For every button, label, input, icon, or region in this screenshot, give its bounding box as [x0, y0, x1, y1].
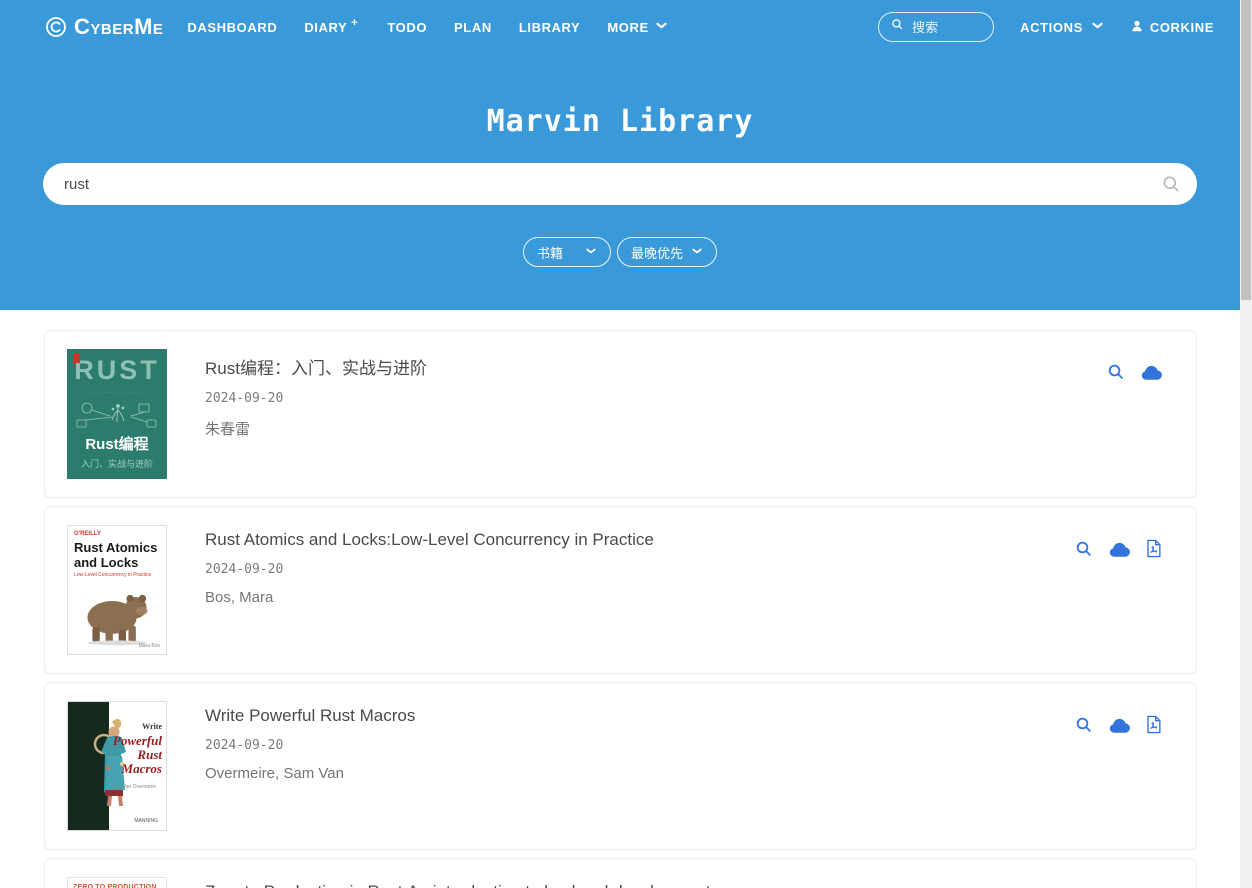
book-cover-3[interactable]: Write Powerful Rust Macros Sam Van Overm… [67, 701, 167, 831]
chevron-down-icon [585, 245, 597, 260]
library-search-bar [43, 163, 1197, 205]
pdf-file-icon[interactable] [1145, 539, 1162, 558]
cover-title: Rust编程 [67, 433, 167, 454]
cover-subtitle: 入门、实战与进阶 [67, 457, 167, 470]
cover-title: ZERO TO PRODUCTION IN RUST [73, 884, 161, 888]
user-menu[interactable]: CORKINE [1130, 19, 1214, 36]
book-author: 朱春雷 [205, 418, 427, 439]
chevron-down-icon [691, 245, 703, 260]
cover-author: Sam Van Overmeire [111, 784, 156, 790]
nav-item-plan[interactable]: PLAN [454, 20, 492, 35]
username: CORKINE [1150, 20, 1214, 35]
book-cover-4[interactable]: ZERO TO PRODUCTION IN RUST An introducti… [67, 877, 167, 888]
search-icon[interactable] [1161, 174, 1181, 199]
cover-publisher: O'REILLY [74, 531, 160, 537]
cover-title-line2: and Locks [74, 555, 138, 570]
vertical-scrollbar[interactable] [1240, 0, 1252, 888]
scrollbar-thumb[interactable] [1241, 0, 1251, 300]
cover-blurb: —— —— ——— —— —— ——— —— —— ——— —— —— —— [67, 476, 167, 479]
book-card-2: O'REILLY Rust Atomicsand Locks Low-Level… [44, 506, 1197, 674]
cloud-download-icon[interactable] [1108, 540, 1130, 558]
sort-filter-dropdown[interactable]: 最晚优先 [617, 237, 717, 267]
filter-row: 书籍 最晚优先 [0, 237, 1240, 267]
book-list: RUST ·· ··· ····· ··· ···· ·· ··· Rust编程… [0, 310, 1252, 888]
search-book-icon[interactable] [1075, 540, 1093, 558]
pdf-file-icon[interactable] [1145, 715, 1162, 734]
book-cover-1[interactable]: RUST ·· ··· ····· ··· ···· ·· ··· Rust编程… [67, 349, 167, 479]
book-date: 2024-09-20 [205, 738, 415, 753]
book-info: Rust编程：入门、实战与进阶 2024-09-20 朱春雷 [205, 349, 427, 479]
cover-publisher: MANNING [134, 818, 158, 824]
cover-diagram [67, 398, 167, 432]
cover-big-title: RUST [67, 355, 167, 386]
category-filter-dropdown[interactable]: 书籍 [523, 237, 611, 267]
book-actions [1075, 539, 1162, 558]
book-title[interactable]: Write Powerful Rust Macros [205, 706, 415, 726]
nav-item-dashboard[interactable]: DASHBOARD [187, 20, 277, 35]
page-title: Marvin Library [0, 104, 1240, 139]
cyberme-logo-icon [44, 15, 68, 39]
navbar-right: ACTIONS CORKINE [878, 12, 1214, 42]
book-date: 2024-09-20 [205, 562, 654, 577]
page-header: CyberMe DASHBOARD DIARY+ TODO PLAN LIBRA… [0, 0, 1240, 310]
search-book-icon[interactable] [1107, 363, 1125, 381]
book-title[interactable]: Rust编程：入门、实战与进阶 [205, 354, 427, 379]
cover-title-line1: Rust Atomics [74, 540, 157, 555]
book-title[interactable]: Zero to Production in Rust:An introducti… [205, 882, 711, 888]
library-search-input[interactable] [43, 163, 1197, 205]
cover-title-line1: Powerful [113, 733, 162, 748]
book-author: Overmeire, Sam Van [205, 765, 415, 782]
search-book-icon[interactable] [1075, 716, 1093, 734]
cloud-download-icon[interactable] [1108, 716, 1130, 734]
navbar-search-input[interactable] [912, 20, 982, 35]
cover-title-line2: Rust [137, 747, 162, 762]
bear-illustration [74, 584, 160, 651]
navbar-search-box[interactable] [878, 12, 994, 42]
book-info: Zero to Production in Rust:An introducti… [205, 877, 711, 888]
book-actions [1107, 363, 1162, 381]
chevron-down-icon [1091, 19, 1104, 35]
book-card-3: Write Powerful Rust Macros Sam Van Overm… [44, 682, 1197, 850]
cover-title-line3: Macros [122, 761, 162, 776]
book-card-4: ZERO TO PRODUCTION IN RUST An introducti… [44, 858, 1197, 888]
book-author: Bos, Mara [205, 589, 654, 606]
nav-menu: DASHBOARD DIARY+ TODO PLAN LIBRARY MORE [187, 19, 667, 35]
diary-plus-badge: + [351, 17, 358, 29]
actions-dropdown[interactable]: ACTIONS [1020, 19, 1104, 35]
book-date: 2024-09-20 [205, 391, 427, 406]
brand-logo[interactable]: CyberMe [44, 14, 163, 40]
cover-subtitle: Low-Level Concurrency in Practice [74, 572, 160, 578]
nav-item-more[interactable]: MORE [607, 19, 667, 35]
book-card-1: RUST ·· ··· ····· ··· ···· ·· ··· Rust编程… [44, 330, 1197, 498]
book-actions [1075, 715, 1162, 734]
cover-title-small: Write [113, 720, 162, 734]
nav-item-library[interactable]: LIBRARY [519, 20, 581, 35]
book-info: Rust Atomics and Locks:Low-Level Concurr… [205, 525, 654, 655]
cover-author: Mara Bos [139, 643, 160, 649]
cloud-download-icon[interactable] [1140, 363, 1162, 381]
publisher-logo [73, 353, 80, 363]
brand-name: CyberMe [74, 14, 163, 40]
nav-item-todo[interactable]: TODO [387, 20, 427, 35]
book-cover-2[interactable]: O'REILLY Rust Atomicsand Locks Low-Level… [67, 525, 167, 655]
cover-decor: ·· ··· ····· ··· ···· ·· ··· [67, 390, 167, 395]
book-info: Write Powerful Rust Macros 2024-09-20 Ov… [205, 701, 415, 831]
nav-item-diary[interactable]: DIARY+ [304, 20, 360, 35]
user-icon [1130, 19, 1144, 36]
chevron-down-icon [655, 19, 668, 35]
book-title[interactable]: Rust Atomics and Locks:Low-Level Concurr… [205, 530, 654, 550]
search-icon [891, 18, 904, 36]
top-navbar: CyberMe DASHBOARD DIARY+ TODO PLAN LIBRA… [0, 0, 1240, 54]
